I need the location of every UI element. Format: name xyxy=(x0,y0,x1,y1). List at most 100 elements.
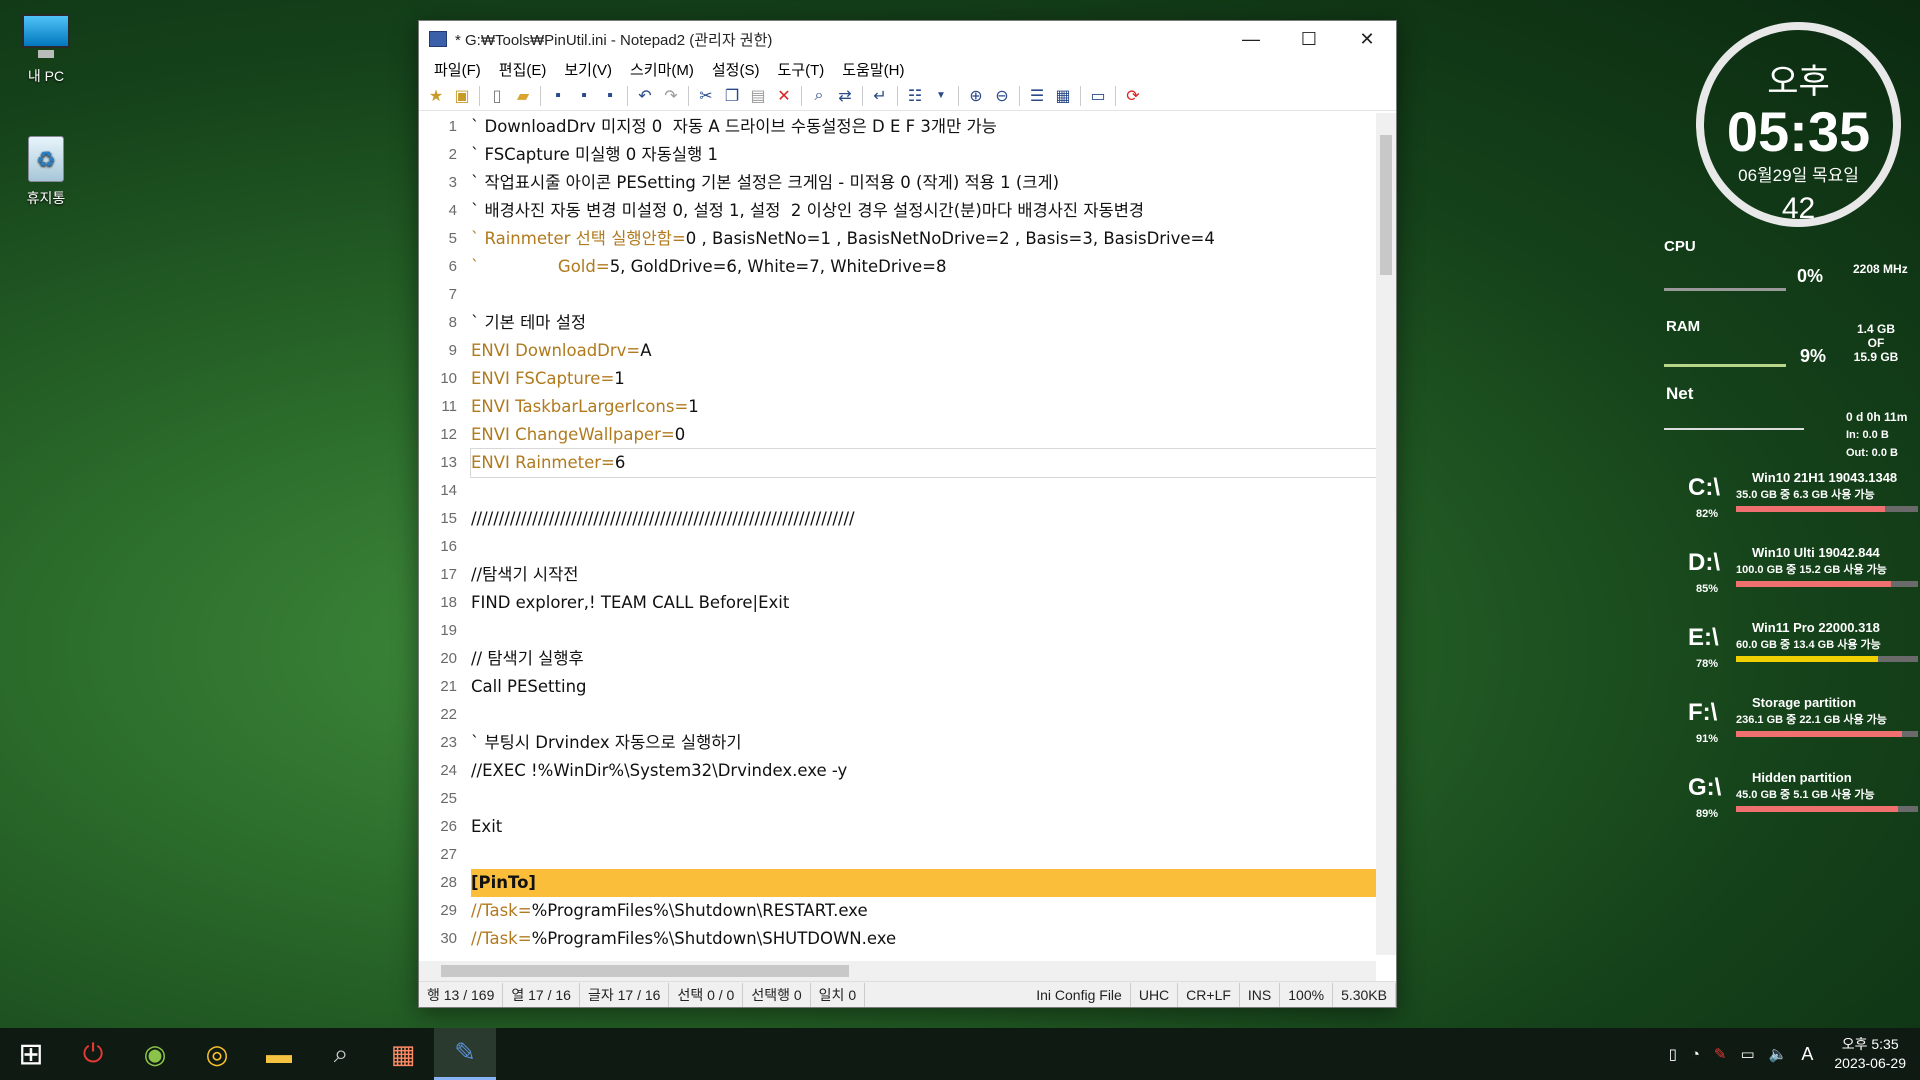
scroll-thumb[interactable] xyxy=(441,965,849,977)
code-line[interactable]: ` 배경사진 자동 변경 미설정 0, 설정 1, 설정 2 이상인 경우 설정… xyxy=(471,197,1376,225)
file-explorer-icon[interactable]: ▬ xyxy=(248,1028,310,1080)
scroll-thumb[interactable] xyxy=(1380,135,1392,275)
menu-help[interactable]: 도움말(H) xyxy=(833,59,913,80)
scheme-icon[interactable]: ☷ xyxy=(902,83,928,109)
code-line[interactable]: // 탐색기 실행후 xyxy=(471,645,1376,673)
taskbar-clock[interactable]: 오후 5:35 2023-06-29 xyxy=(1820,1035,1920,1073)
status-field: 일치 0 xyxy=(811,982,866,1007)
search-tool-icon[interactable]: ⌕ xyxy=(310,1028,372,1080)
line-number: 27 xyxy=(440,846,457,863)
new-file-icon[interactable]: ▯ xyxy=(484,83,510,109)
code-line[interactable]: FIND explorer,! TEAM CALL Before|Exit xyxy=(471,589,1376,617)
code-line[interactable]: ` 부팅시 Drvindex 자동으로 실행하기 xyxy=(471,729,1376,757)
drive-item[interactable]: G:\ 89% Hidden partition 45.0 GB 중 5.1 GB 사… xyxy=(1688,770,1918,838)
usb-icon[interactable]: ▯ xyxy=(1662,1045,1684,1063)
code-line[interactable]: //Task=%ProgramFiles%\Shutdown\RESTART.e… xyxy=(471,897,1376,925)
open-folder-icon[interactable]: ▰ xyxy=(510,83,536,109)
code-line[interactable]: [PinTo] xyxy=(471,869,1376,897)
code-line[interactable]: Call PESetting xyxy=(471,673,1376,701)
desktop-icon-this-pc[interactable]: 내 PC xyxy=(6,10,86,86)
menu-view[interactable]: 보기(V) xyxy=(555,59,621,80)
line-number: 26 xyxy=(440,818,457,835)
drive-item[interactable]: D:\ 85% Win10 Ulti 19042.844 100.0 GB 중 15.… xyxy=(1688,545,1918,613)
close-button[interactable]: ✕ xyxy=(1338,21,1396,57)
code-line[interactable]: ENVI TaskbarLargerIcons=1 xyxy=(471,393,1376,421)
zoom-in-icon[interactable]: ⊕ xyxy=(963,83,989,109)
chrome-icon[interactable]: ◎ xyxy=(186,1028,248,1080)
redo-icon[interactable]: ↷ xyxy=(658,83,684,109)
horizontal-scrollbar[interactable] xyxy=(419,961,1376,981)
status-field: 행 13 / 169 xyxy=(419,982,504,1007)
settings-icon[interactable]: ☰ xyxy=(1024,83,1050,109)
code-line[interactable]: ` FSCapture 미실행 0 자동실행 1 xyxy=(471,141,1376,169)
find-icon[interactable]: ⌕ xyxy=(806,83,832,109)
ini-key: ` Rainmeter 선택 실행안함= xyxy=(471,229,686,248)
copy-icon[interactable]: ❐ xyxy=(719,83,745,109)
pen-icon[interactable]: ✎ xyxy=(1707,1045,1734,1063)
menu-tools[interactable]: 도구(T) xyxy=(768,59,833,80)
drive-item[interactable]: E:\ 78% Win11 Pro 22000.318 60.0 GB 중 13.4 … xyxy=(1688,620,1918,688)
menu-scheme[interactable]: 스키마(M) xyxy=(621,59,703,80)
code-text[interactable]: ` DownloadDrv 미지정 0 자동 A 드라이브 수동설정은 D E … xyxy=(470,113,1377,963)
notepad2-taskbar-icon[interactable]: ✎ xyxy=(434,1028,496,1080)
code-line[interactable]: //Task=%ProgramFiles%\Shutdown\SHUTDOWN.… xyxy=(471,925,1376,953)
code-line[interactable]: ////////////////////////////////////////… xyxy=(471,505,1376,533)
menu-settings[interactable]: 설정(S) xyxy=(703,59,769,80)
drive-item[interactable]: F:\ 91% Storage partition 236.1 GB 중 22.1 G… xyxy=(1688,695,1918,763)
code-line[interactable]: ENVI DownloadDrv=A xyxy=(471,337,1376,365)
undo-icon[interactable]: ↶ xyxy=(632,83,658,109)
code-line[interactable]: //탐색기 시작전 xyxy=(471,561,1376,589)
cut-icon[interactable]: ✂ xyxy=(693,83,719,109)
drive-item[interactable]: C:\ 82% Win10 21H1 19043.1348 35.0 GB 중 6.3… xyxy=(1688,470,1918,538)
editor-area[interactable]: 1 2 3 4 5 6 7 8 9 10 11 12 13 14 15 16 17 18 19 20 21 22 23 24 2… xyxy=(419,113,1398,963)
network-icon[interactable]: ◔ xyxy=(1684,1046,1707,1063)
menu-file[interactable]: 파일(F) xyxy=(425,59,490,80)
start-windows-icon[interactable]: ⊞ xyxy=(0,1028,62,1080)
code-line[interactable]: ` Rainmeter 선택 실행안함=0 , BasisNetNo=1 , B… xyxy=(471,225,1376,253)
code-line[interactable] xyxy=(471,617,1376,645)
maximize-button[interactable]: ☐ xyxy=(1280,21,1338,57)
power-icon[interactable]: ⏻ xyxy=(62,1028,124,1080)
browse-icon[interactable]: ▣ xyxy=(449,83,475,109)
line-number: 11 xyxy=(441,398,457,415)
code-line[interactable] xyxy=(471,477,1376,505)
code-line[interactable]: ` Gold=5, GoldDrive=6, White=7, WhiteDri… xyxy=(471,253,1376,281)
volume-icon[interactable]: 🔈 xyxy=(1762,1045,1795,1063)
replace-icon[interactable]: ⇄ xyxy=(832,83,858,109)
title-bar[interactable]: * G:₩Tools₩PinUtil.ini - Notepad2 (관리자 권… xyxy=(419,21,1396,57)
code-line[interactable]: ` 작업표시줄 아이콘 PESetting 기본 설정은 크게임 - 미적용 0… xyxy=(471,169,1376,197)
vertical-scrollbar[interactable] xyxy=(1376,113,1396,955)
code-line[interactable] xyxy=(471,841,1376,869)
app-grid-icon[interactable]: ▦ xyxy=(372,1028,434,1080)
photos-icon[interactable]: ◉ xyxy=(124,1028,186,1080)
save-icon[interactable]: ▪ xyxy=(545,83,571,109)
properties-icon[interactable]: ▦ xyxy=(1050,83,1076,109)
battery-icon[interactable]: ▭ xyxy=(1733,1045,1761,1063)
code-line[interactable]: ` 기본 테마 설정 xyxy=(471,309,1376,337)
save-as-icon[interactable]: ▪ xyxy=(571,83,597,109)
favorites-icon[interactable]: ★ xyxy=(423,83,449,109)
code-line[interactable] xyxy=(471,785,1376,813)
code-line[interactable]: ` DownloadDrv 미지정 0 자동 A 드라이브 수동설정은 D E … xyxy=(471,113,1376,141)
delete-icon[interactable]: ✕ xyxy=(771,83,797,109)
chevron-down-icon[interactable]: ▼ xyxy=(928,83,954,109)
exit-icon[interactable]: ⟳ xyxy=(1120,83,1146,109)
save-copy-icon[interactable]: ▪ xyxy=(597,83,623,109)
code-line[interactable] xyxy=(471,533,1376,561)
code-line[interactable]: //EXEC !%WinDir%\System32\Drvindex.exe -… xyxy=(471,757,1376,785)
word-wrap-icon[interactable]: ↵ xyxy=(867,83,893,109)
code-line[interactable]: ENVI Rainmeter=6 xyxy=(470,448,1377,478)
code-line[interactable] xyxy=(471,701,1376,729)
code-line[interactable]: ENVI ChangeWallpaper=0 xyxy=(471,421,1376,449)
paste-icon[interactable]: ▤ xyxy=(745,83,771,109)
ime-indicator[interactable]: A xyxy=(1794,1044,1820,1065)
window-icon[interactable]: ▭ xyxy=(1085,83,1111,109)
minimize-button[interactable]: — xyxy=(1222,21,1280,57)
line-text: Call PESetting xyxy=(471,677,587,696)
zoom-out-icon[interactable]: ⊖ xyxy=(989,83,1015,109)
code-line[interactable]: ENVI FSCapture=1 xyxy=(471,365,1376,393)
code-line[interactable] xyxy=(471,281,1376,309)
code-line[interactable]: Exit xyxy=(471,813,1376,841)
desktop-icon-recycle-bin[interactable]: ♻ 휴지통 xyxy=(6,132,86,208)
menu-edit[interactable]: 편집(E) xyxy=(490,59,556,80)
